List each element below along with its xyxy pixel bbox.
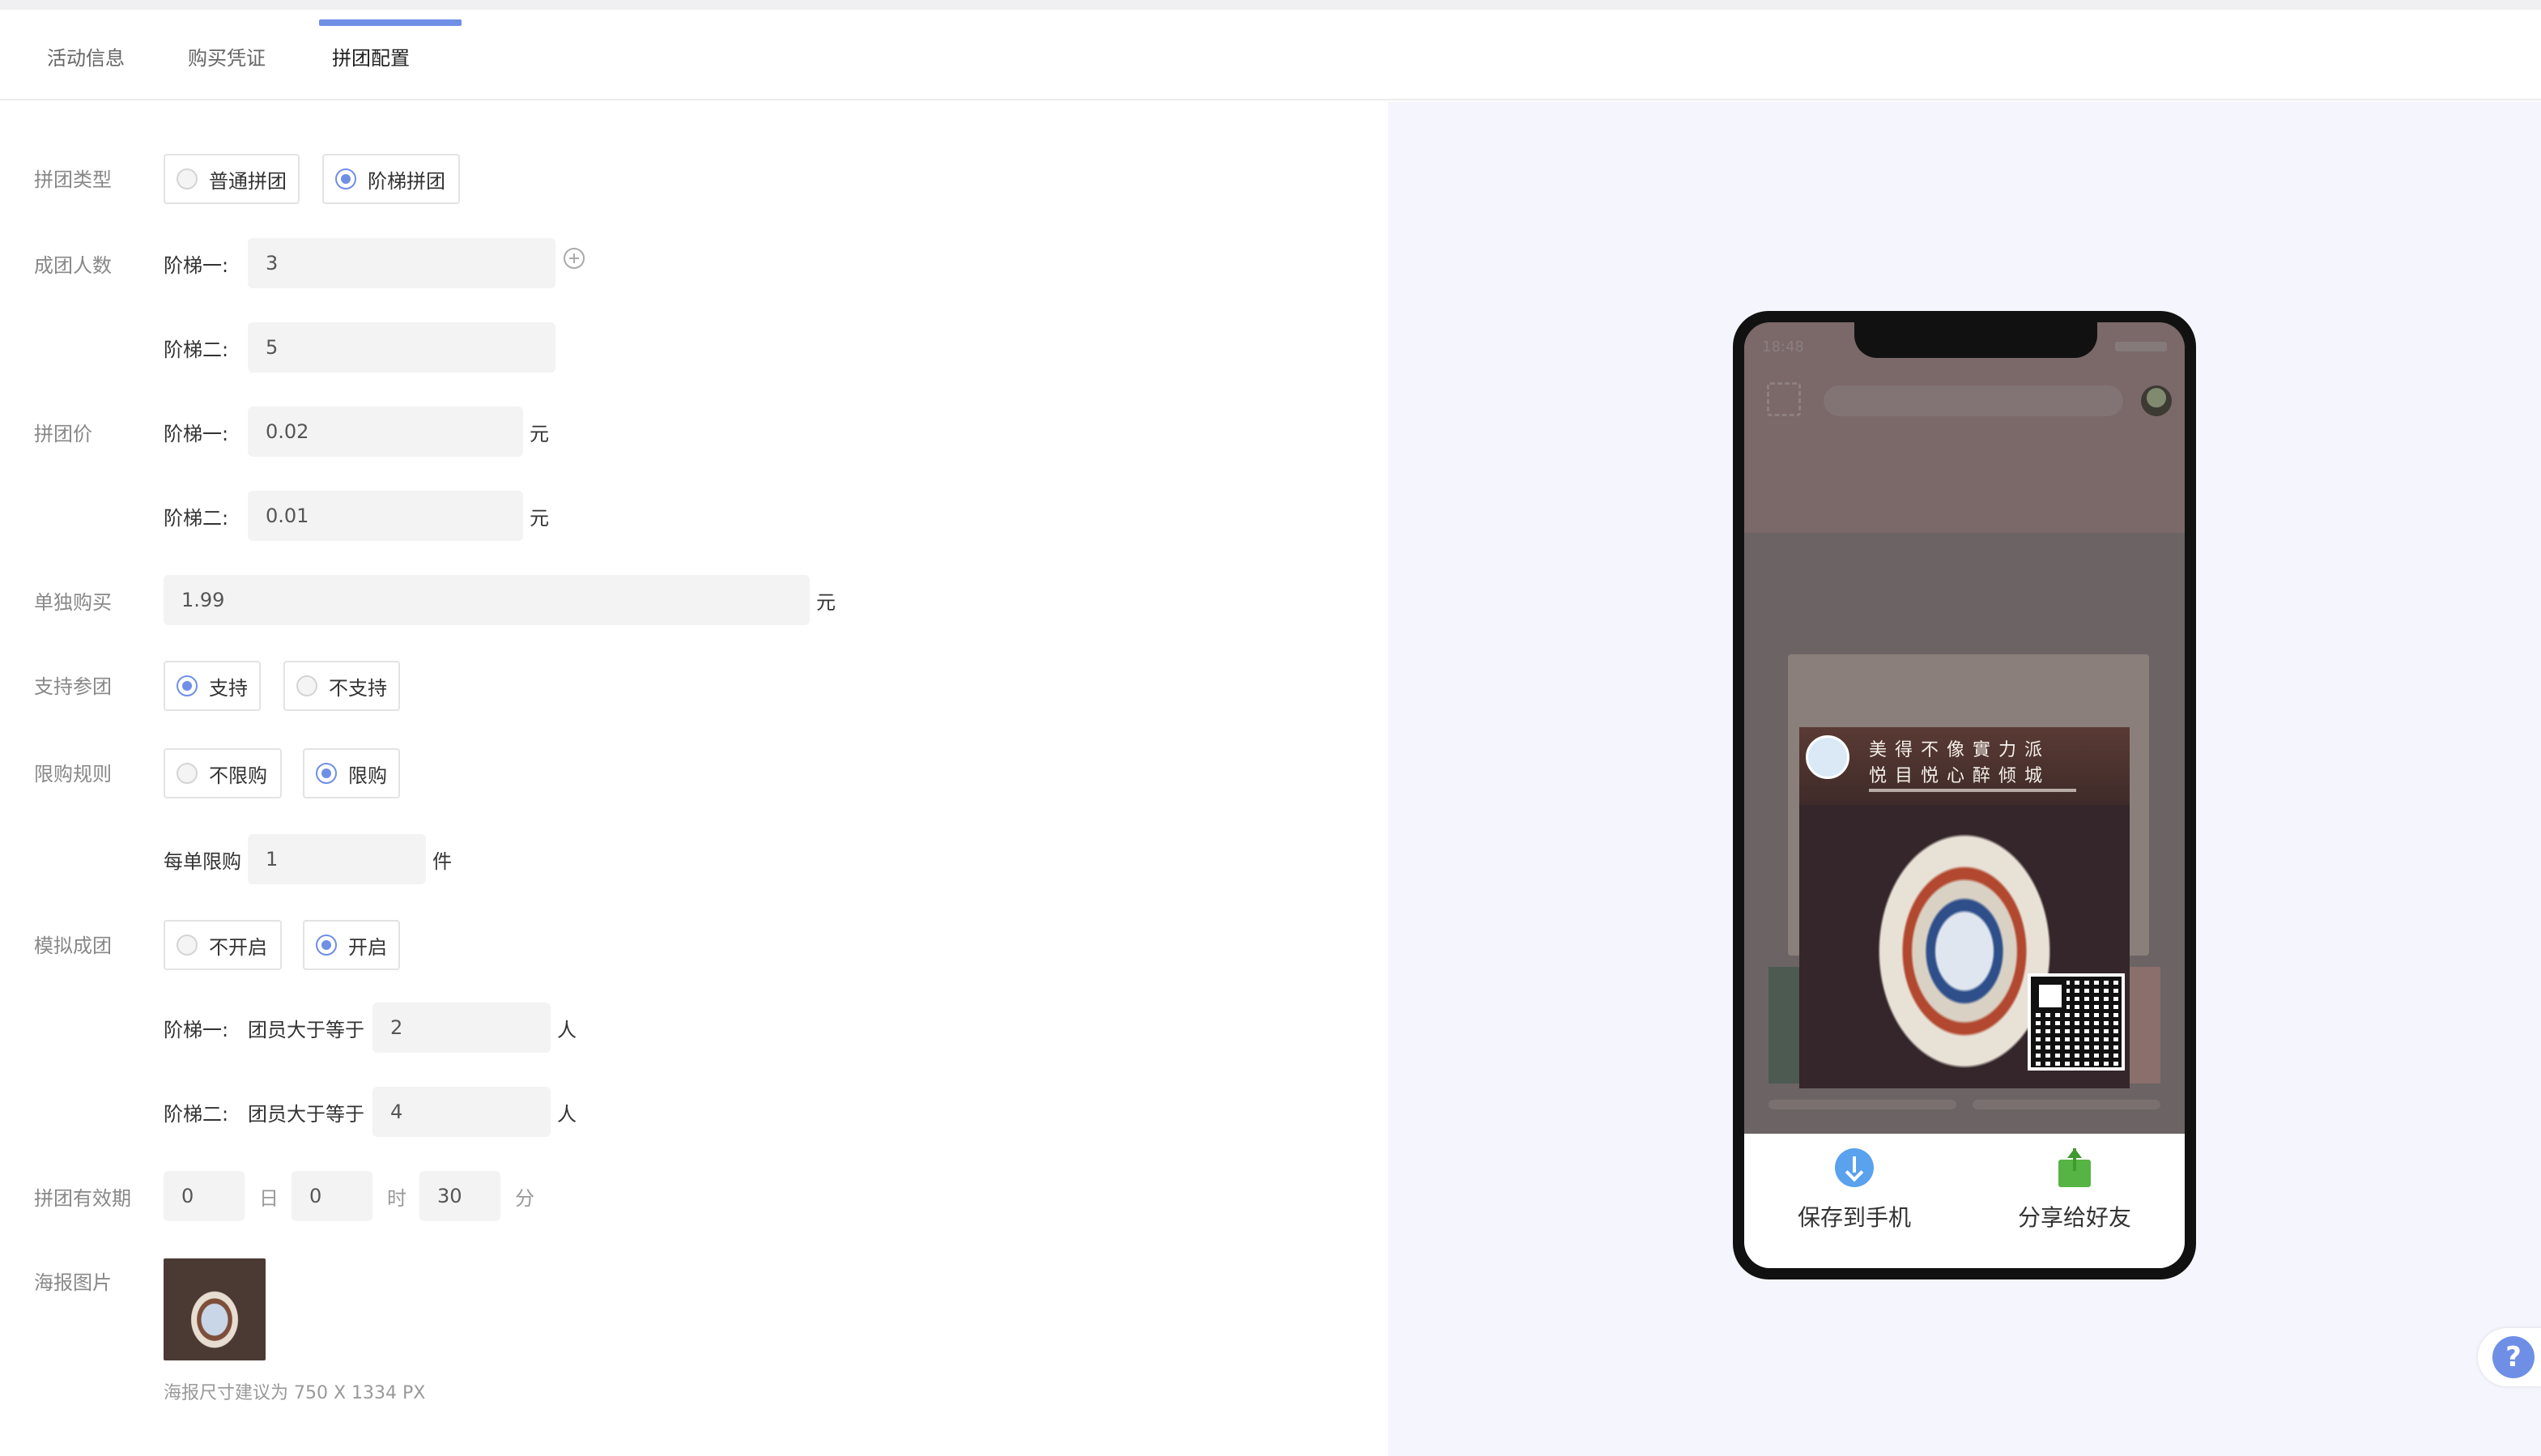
radio-label: 阶梯拼团: [368, 169, 445, 193]
poster-slogan-line2: 悦目悦心醉倾城: [1869, 766, 2051, 786]
purchase-limit-label: 限购规则: [34, 763, 112, 785]
radio-dot: [177, 168, 198, 189]
group-price-label: 拼团价: [34, 423, 92, 445]
poster-subtitle-line: [1869, 789, 2076, 792]
group-size-tier2-label: 阶梯二:: [164, 338, 229, 361]
group-size-tier2-input[interactable]: 5: [248, 322, 555, 373]
background-line: [1768, 1100, 1956, 1109]
group-price-tier1-label: 阶梯一:: [164, 423, 229, 445]
validity-hours-input[interactable]: 0: [292, 1171, 372, 1221]
radio-tiered-group[interactable]: 阶梯拼团: [322, 154, 460, 204]
validity-minutes-input[interactable]: 30: [419, 1171, 500, 1221]
plus-circle-icon[interactable]: [564, 248, 585, 269]
phone-screen: 18:48 美得不像實力派 悦目悦心醉倾城 保存到手机 分享给好友: [1744, 322, 2185, 1268]
day-unit: 日: [259, 1187, 279, 1210]
radio-dot: [177, 763, 198, 784]
radio-support-join[interactable]: 支持: [164, 661, 261, 711]
help-button[interactable]: ?: [2478, 1328, 2541, 1386]
status-time: 18:48: [1762, 338, 1804, 355]
group-type-label: 拼团类型: [34, 168, 112, 191]
group-price-tier2-label: 阶梯二:: [164, 507, 229, 530]
group-price-tier2-input[interactable]: 0.01: [248, 491, 523, 541]
group-config-form: 拼团类型 普通拼团 阶梯拼团 成团人数 阶梯一: 3 阶梯二: 5 拼团价 阶梯…: [0, 102, 1388, 1456]
per-order-limit-label: 每单限购: [164, 850, 241, 873]
poster-size-hint: 海报尺寸建议为 750 X 1334 PX: [164, 1383, 426, 1403]
single-buy-label: 单独购买: [34, 591, 112, 614]
battery-icon: [2115, 342, 2167, 351]
share-action-bar: 保存到手机 分享给好友: [1744, 1134, 2185, 1268]
top-strip: [0, 0, 2541, 10]
person-unit: 人: [557, 1103, 577, 1126]
currency-unit: 元: [816, 591, 836, 614]
member-threshold-label: 团员大于等于: [248, 1019, 364, 1041]
download-icon: [1835, 1148, 1874, 1187]
validity-days-input[interactable]: 0: [164, 1171, 245, 1221]
radio-dot: [296, 675, 317, 696]
radio-label: 限购: [348, 764, 387, 787]
join-group-label: 支持参团: [34, 675, 112, 698]
save-to-phone-label: 保存到手机: [1797, 1204, 1911, 1231]
user-avatar-icon: [1806, 735, 1849, 779]
single-buy-price-input[interactable]: 1.99: [164, 575, 810, 625]
validity-label: 拼团有效期: [34, 1187, 131, 1210]
poster-preview-panel: 18:48 美得不像實力派 悦目悦心醉倾城 保存到手机 分享给好友: [1388, 102, 2541, 1456]
person-unit: 人: [557, 1019, 577, 1041]
avatar: [2141, 385, 2172, 416]
group-size-tier1-label: 阶梯一:: [164, 254, 229, 277]
radio-normal-group[interactable]: 普通拼团: [164, 154, 300, 204]
simulated-tier1-input[interactable]: 2: [372, 1003, 551, 1053]
phone-notch: [1854, 322, 2097, 358]
radio-no-limit[interactable]: 不限购: [164, 748, 282, 798]
group-price-tier1-input[interactable]: 0.02: [248, 407, 523, 457]
share-icon: [2055, 1148, 2094, 1187]
radio-dot-selected: [316, 763, 337, 784]
poster-thumbnail[interactable]: [164, 1258, 266, 1360]
radio-label: 普通拼团: [209, 169, 287, 193]
tab-purchase-voucher[interactable]: 购买凭证: [188, 42, 266, 70]
share-arrow-head: [2067, 1148, 2082, 1158]
group-size-tier1-input[interactable]: 3: [248, 238, 555, 288]
qr-code-icon: [2028, 973, 2125, 1071]
poster-image-label: 海报图片: [34, 1271, 112, 1294]
background-line: [1973, 1100, 2160, 1109]
poster-image: 美得不像實力派 悦目悦心醉倾城: [1799, 727, 2130, 1088]
minute-unit: 分: [515, 1187, 534, 1210]
currency-unit: 元: [530, 423, 549, 445]
group-size-label: 成团人数: [34, 254, 112, 277]
tab-group-config[interactable]: 拼团配置: [332, 42, 410, 70]
simulated-tier2-input[interactable]: 4: [372, 1087, 551, 1137]
scan-icon: [1767, 382, 1801, 416]
radio-label: 不限购: [209, 764, 267, 787]
share-to-friend-button[interactable]: 分享给好友: [1964, 1148, 2185, 1232]
radio-dot: [177, 934, 198, 956]
search-bar: [1824, 385, 2123, 416]
radio-limit[interactable]: 限购: [303, 748, 400, 798]
radio-label: 支持: [209, 676, 248, 700]
radio-label: 开启: [348, 935, 387, 959]
simulated-tier2-label: 阶梯二:: [164, 1103, 229, 1126]
phone-mockup: 18:48 美得不像實力派 悦目悦心醉倾城 保存到手机 分享给好友: [1733, 311, 2196, 1279]
tab-activity-info[interactable]: 活动信息: [47, 42, 125, 70]
active-tab-indicator: [319, 19, 462, 26]
hour-unit: 时: [387, 1187, 406, 1210]
radio-label: 不支持: [329, 676, 387, 700]
radio-dot-selected: [316, 934, 337, 956]
share-to-friend-label: 分享给好友: [2017, 1204, 2131, 1231]
currency-unit: 元: [530, 507, 549, 530]
member-threshold-label: 团员大于等于: [248, 1103, 364, 1126]
help-icon: ?: [2492, 1336, 2535, 1378]
radio-simulated-off[interactable]: 不开启: [164, 920, 282, 970]
save-to-phone-button[interactable]: 保存到手机: [1744, 1148, 1964, 1232]
item-unit: 件: [432, 850, 452, 873]
radio-dot-selected: [335, 168, 356, 189]
simulated-group-label: 模拟成团: [34, 934, 112, 957]
tab-bar: 活动信息 购买凭证 拼团配置: [0, 10, 2541, 100]
simulated-tier1-label: 阶梯一:: [164, 1019, 229, 1041]
radio-dot-selected: [177, 675, 198, 696]
radio-label: 不开启: [209, 935, 267, 959]
poster-slogan-line1: 美得不像實力派: [1869, 740, 2051, 760]
radio-simulated-on[interactable]: 开启: [303, 920, 400, 970]
per-order-limit-input[interactable]: 1: [248, 834, 426, 884]
radio-no-support-join[interactable]: 不支持: [283, 661, 400, 711]
